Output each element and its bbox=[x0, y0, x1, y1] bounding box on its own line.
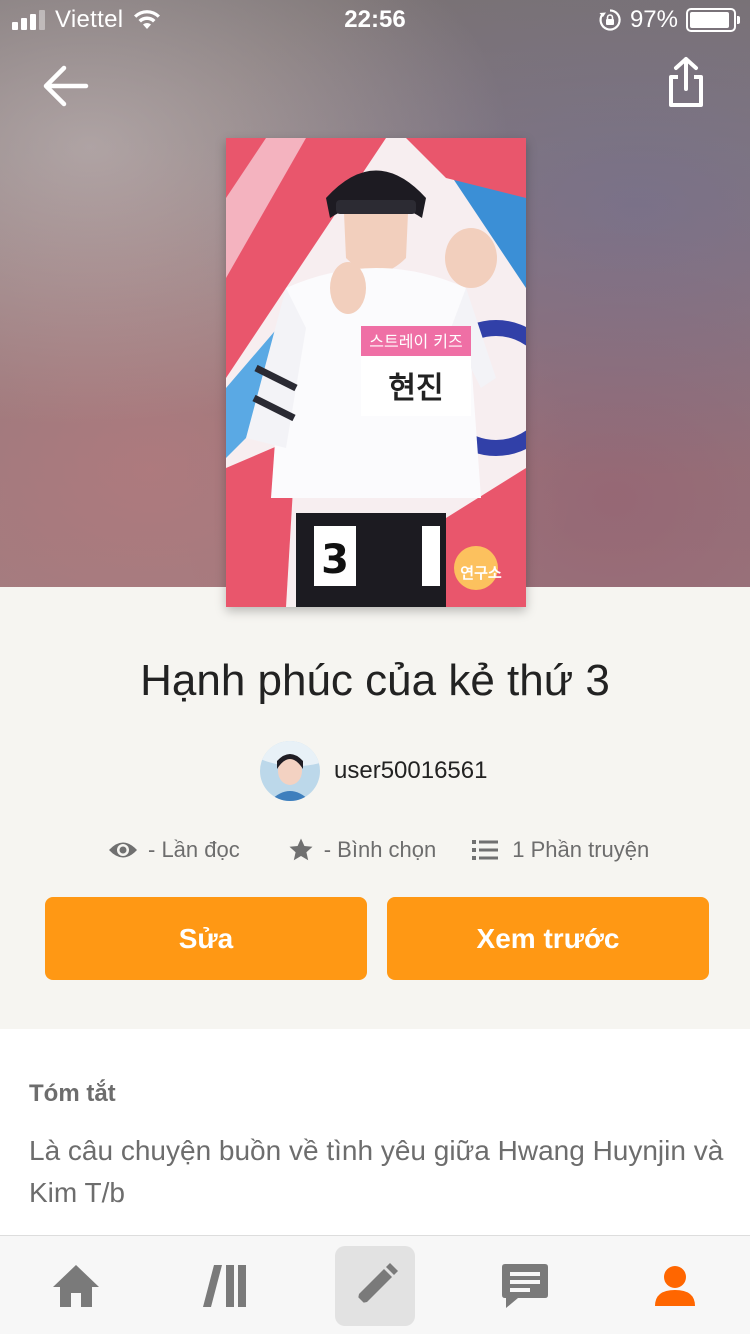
rotation-lock-icon bbox=[599, 9, 621, 31]
reads-stat: - Lần đọc bbox=[108, 837, 240, 863]
pencil-icon bbox=[356, 1263, 398, 1305]
bottom-navigation bbox=[0, 1235, 750, 1334]
story-cover-image: 스트레이 키즈 현진 3 연구소 bbox=[226, 138, 526, 607]
edit-button[interactable]: Sửa bbox=[45, 897, 367, 980]
star-icon bbox=[289, 838, 313, 861]
parts-stat: 1 Phần truyện bbox=[472, 837, 649, 863]
avatar[interactable] bbox=[260, 741, 320, 801]
battery-percent: 97% bbox=[629, 6, 678, 33]
nav-profile[interactable] bbox=[635, 1246, 715, 1326]
parts-label[interactable]: 1 Phần truyện bbox=[512, 837, 649, 863]
message-icon bbox=[502, 1264, 548, 1308]
reads-label: - Lần đọc bbox=[148, 837, 240, 862]
summary-heading: Tóm tắt bbox=[29, 1080, 116, 1107]
list-icon bbox=[472, 840, 499, 860]
preview-button[interactable]: Xem trước bbox=[387, 897, 709, 980]
votes-stat: - Bình chọn bbox=[288, 837, 437, 863]
status-bar: Viettel 22:56 97% bbox=[0, 0, 750, 40]
cover-logo-text: 연구소 bbox=[460, 564, 502, 582]
story-title: Hạnh phúc của kẻ thứ 3 bbox=[140, 656, 610, 705]
back-arrow-icon[interactable] bbox=[38, 60, 90, 112]
author-row[interactable]: user50016561 bbox=[260, 740, 487, 802]
cover-name-tag-top: 스트레이 키즈 bbox=[369, 332, 462, 351]
story-stats: - Lần đọc - Bình chọn 1 Phần truyện bbox=[108, 830, 649, 870]
nav-write[interactable] bbox=[335, 1246, 415, 1326]
votes-label: - Bình chọn bbox=[323, 837, 437, 862]
nav-library[interactable] bbox=[186, 1246, 266, 1326]
eye-icon bbox=[109, 842, 137, 858]
share-icon[interactable] bbox=[662, 55, 710, 111]
cover-name-tag: 현진 bbox=[388, 371, 443, 406]
nav-home[interactable] bbox=[36, 1246, 116, 1326]
home-icon bbox=[53, 1265, 99, 1307]
cover-number: 3 bbox=[321, 537, 349, 583]
nav-messages[interactable] bbox=[485, 1246, 565, 1326]
battery-icon bbox=[686, 8, 740, 32]
library-icon bbox=[203, 1265, 246, 1307]
summary-text: Là câu chuyện buồn về tình yêu giữa Hwan… bbox=[29, 1135, 724, 1208]
profile-icon bbox=[655, 1266, 695, 1306]
author-username[interactable]: user50016561 bbox=[334, 757, 487, 785]
